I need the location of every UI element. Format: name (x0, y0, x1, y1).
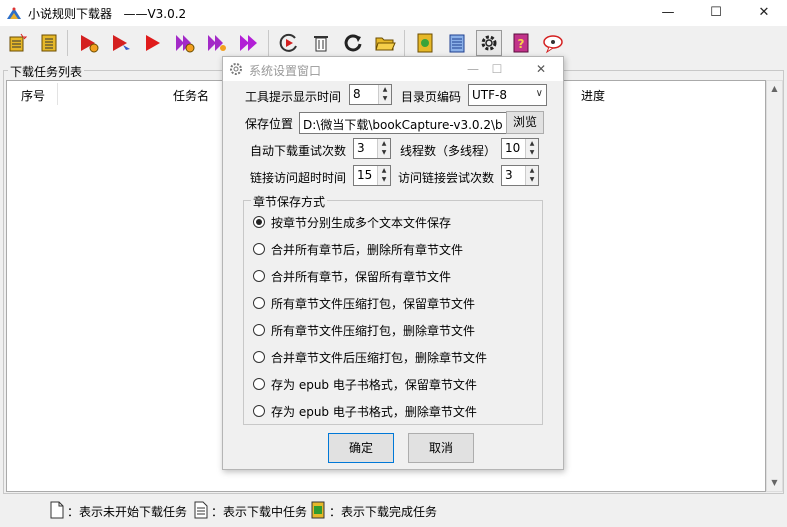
stepper-down-icon[interactable]: ▼ (526, 175, 538, 184)
stepper-down-icon[interactable]: ▼ (526, 148, 538, 157)
link-retry-stepper[interactable]: 3 ▲ ▼ (501, 165, 539, 186)
legend-completed-label: ：表示下载完成任务 (329, 504, 438, 519)
browse-button[interactable]: 浏览 (506, 111, 544, 134)
stepper-up-icon[interactable]: ▲ (379, 85, 391, 94)
toolbar-separator (268, 30, 269, 56)
start-settings-icon[interactable] (76, 30, 102, 56)
save-mode-option[interactable]: 合并所有章节，保留所有章节文件 (253, 267, 451, 285)
radio-button[interactable] (253, 270, 265, 282)
help-book-icon[interactable]: ? (508, 30, 534, 56)
svg-text:?: ? (518, 37, 525, 51)
save-mode-option[interactable]: 按章节分别生成多个文本文件保存 (253, 213, 451, 231)
timeout-label: 链接访问超时时间 (250, 171, 347, 185)
tooltip-time-stepper[interactable]: 8 ▲ ▼ (349, 84, 392, 105)
radio-button[interactable] (253, 324, 265, 336)
chat-icon[interactable] (540, 30, 566, 56)
refresh-icon[interactable] (340, 30, 366, 56)
radio-button[interactable] (253, 216, 265, 228)
save-mode-option[interactable]: 所有章节文件压缩打包，删除章节文件 (253, 321, 475, 339)
toolbar-separator (404, 30, 405, 56)
save-mode-option[interactable]: 合并章节文件后压缩打包，删除章节文件 (253, 348, 487, 366)
save-mode-option[interactable]: 合并所有章节后，删除所有章节文件 (253, 240, 463, 258)
title-bar: 小说规则下载器 ——V3.0.2 — ☐ ✕ (0, 0, 787, 26)
stepper-down-icon[interactable]: ▼ (379, 94, 391, 103)
legend-not-started-label: ：表示未开始下载任务 (67, 504, 188, 519)
dialog-close-button[interactable]: ✕ (529, 58, 553, 80)
timeout-stepper[interactable]: 15 ▲ ▼ (353, 165, 391, 186)
scroll-up-icon[interactable]: ▲ (767, 81, 782, 97)
encoding-select[interactable]: UTF-8 ∨ (468, 84, 547, 106)
save-mode-option[interactable]: 存为 epub 电子书格式，删除章节文件 (253, 402, 477, 420)
maximize-button[interactable]: ☐ (693, 0, 739, 26)
green-book-icon (310, 501, 326, 522)
task-list-icon[interactable] (36, 30, 62, 56)
ok-button[interactable]: 确定 (328, 433, 394, 463)
new-task-icon[interactable] (4, 30, 30, 56)
fast-forward-settings-icon[interactable] (204, 30, 230, 56)
gear-icon (228, 61, 244, 80)
toolbar-separator (67, 30, 68, 56)
start-select-icon[interactable] (108, 30, 134, 56)
link-retry-label: 访问链接尝试次数 (398, 171, 495, 185)
settings-dialog: 系统设置窗口 — ☐ ✕ 工具提示显示时间 8 ▲ ▼ 目录页编码 UTF-8 ∨… (222, 56, 564, 470)
save-mode-label: 章节保存方式 (251, 193, 328, 210)
open-folder-icon[interactable] (372, 30, 398, 56)
dialog-minimize-button[interactable]: — (461, 58, 485, 80)
minimize-button[interactable]: — (645, 0, 691, 26)
column-divider (57, 83, 58, 105)
column-header-index[interactable]: 序号 (21, 87, 45, 104)
app-logo-icon (6, 5, 22, 21)
status-bar: ：表示未开始下载任务 ：表示下载中任务 ：表示下载完成任务 (0, 496, 787, 527)
toolbar: ? (0, 26, 787, 60)
close-button[interactable]: ✕ (741, 0, 787, 26)
book-icon[interactable] (412, 30, 438, 56)
dialog-title: 系统设置窗口 (249, 64, 322, 78)
save-mode-option[interactable]: 所有章节文件压缩打包，保留章节文件 (253, 294, 475, 312)
legend-completed: ：表示下载完成任务 (310, 500, 437, 522)
radio-button[interactable] (253, 297, 265, 309)
task-list-scrollbar[interactable]: ▲ ▼ (766, 80, 783, 492)
stepper-up-icon[interactable]: ▲ (526, 139, 538, 148)
retry-label: 自动下载重试次数 (250, 144, 347, 158)
save-mode-option[interactable]: 存为 epub 电子书格式，保留章节文件 (253, 375, 477, 393)
restart-icon[interactable] (276, 30, 302, 56)
save-location-field[interactable]: D:\微当下载\bookCapture-v3.0.2\b (299, 112, 507, 134)
save-location-label: 保存位置 (245, 117, 294, 131)
gear-icon[interactable] (476, 30, 502, 56)
legend-not-started: ：表示未开始下载任务 (50, 500, 187, 522)
tooltip-time-label: 工具提示显示时间 (245, 90, 342, 104)
task-list-label: 下载任务列表 (8, 63, 85, 80)
stepper-up-icon[interactable]: ▲ (526, 166, 538, 175)
delete-icon[interactable] (308, 30, 334, 56)
radio-button[interactable] (253, 243, 265, 255)
start-all-settings-icon[interactable] (172, 30, 198, 56)
radio-button[interactable] (253, 378, 265, 390)
stepper-down-icon[interactable]: ▼ (378, 175, 390, 184)
stepper-down-icon[interactable]: ▼ (378, 148, 390, 157)
window-title: 小说规则下载器 ——V3.0.2 (28, 7, 187, 21)
column-header-task-name[interactable]: 任务名 (173, 87, 209, 104)
chevron-down-icon: ∨ (535, 88, 543, 99)
column-header-progress[interactable]: 进度 (581, 87, 605, 104)
retry-stepper[interactable]: 3 ▲ ▼ (353, 138, 391, 159)
dialog-title-bar[interactable]: 系统设置窗口 — ☐ ✕ (223, 57, 563, 81)
cancel-button[interactable]: 取消 (408, 433, 474, 463)
radio-button[interactable] (253, 405, 265, 417)
threads-label: 线程数（多线程） (400, 144, 497, 158)
lined-page-icon (194, 501, 208, 522)
legend-downloading: ：表示下载中任务 (194, 500, 307, 522)
notebook-icon[interactable] (444, 30, 470, 56)
stepper-up-icon[interactable]: ▲ (378, 166, 390, 175)
blank-page-icon (50, 501, 64, 522)
legend-downloading-label: ：表示下载中任务 (211, 504, 308, 519)
dialog-maximize-button[interactable]: ☐ (485, 58, 509, 80)
encoding-label: 目录页编码 (401, 90, 462, 104)
start-icon[interactable] (140, 30, 166, 56)
stepper-up-icon[interactable]: ▲ (378, 139, 390, 148)
scroll-down-icon[interactable]: ▼ (767, 475, 782, 491)
threads-stepper[interactable]: 10 ▲ ▼ (501, 138, 539, 159)
fast-forward-icon[interactable] (236, 30, 262, 56)
radio-button[interactable] (253, 351, 265, 363)
